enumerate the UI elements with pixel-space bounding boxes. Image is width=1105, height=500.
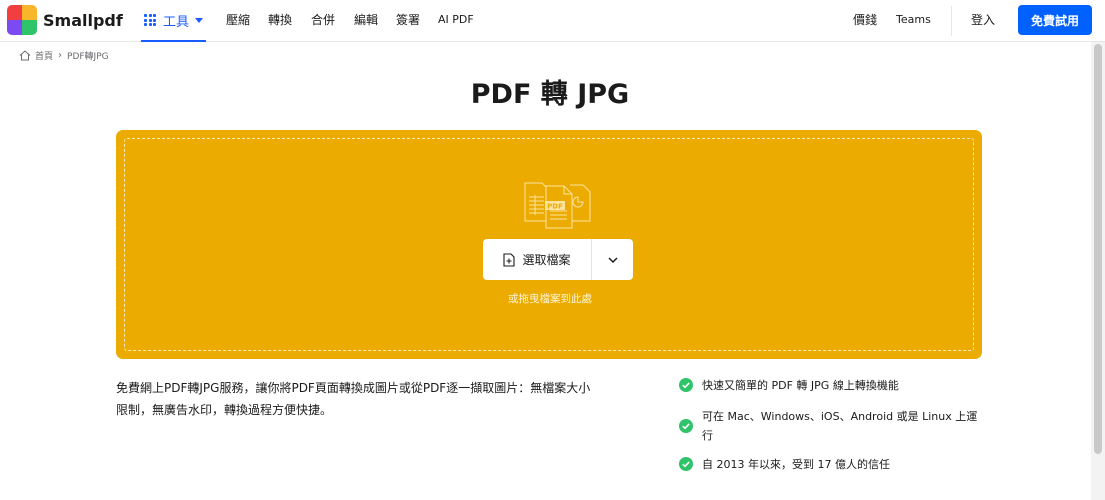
feature-item: 自 2013 年以來，受到 17 億人的信任 <box>679 455 978 474</box>
feature-text: 可在 Mac、Windows、iOS、Android 或是 Linux 上運行 <box>702 410 978 442</box>
tools-menu-tab[interactable]: 工具 <box>141 0 207 42</box>
home-icon <box>19 50 31 61</box>
brand-name: Smallpdf <box>43 10 123 30</box>
grid-icon <box>144 14 156 26</box>
top-navbar: Smallpdf 工具 壓縮 轉換 合併 編輯 簽署 AI PDF 價錢 Tea… <box>0 0 1105 42</box>
choose-file-button-group: 選取檔案 <box>483 239 633 280</box>
drop-hint-text: 或拖曳檔案到此處 <box>508 293 592 305</box>
chevron-down-icon <box>607 256 618 263</box>
tool-description: 免費網上PDF轉JPG服務，讓你將PDF頁面轉換成圖片或從PDF逐一擷取圖片：無… <box>116 381 591 417</box>
nav-link-ai-pdf[interactable]: AI PDF <box>438 12 474 28</box>
dropzone-dashed-border: PDF 選取檔案 或拖曳檔案到此處 <box>124 138 974 351</box>
login-link[interactable]: 登入 <box>971 12 995 28</box>
nav-link-edit[interactable]: 編輯 <box>354 12 378 28</box>
check-circle-icon <box>679 457 693 471</box>
files-illustration-icon: PDF <box>524 182 591 229</box>
smallpdf-logo-icon <box>7 5 37 35</box>
check-circle-icon <box>679 419 693 433</box>
breadcrumb-current: PDF轉JPG <box>67 52 109 62</box>
choose-file-button[interactable]: 選取檔案 <box>483 239 592 280</box>
feature-text: 自 2013 年以來，受到 17 億人的信任 <box>702 458 890 471</box>
nav-link-pricing[interactable]: 價錢 <box>853 12 877 28</box>
breadcrumb-separator-icon: › <box>58 50 63 61</box>
tools-menu-label: 工具 <box>163 14 190 30</box>
check-circle-icon <box>679 378 693 392</box>
nav-link-compress[interactable]: 壓縮 <box>226 12 250 28</box>
nav-link-teams[interactable]: Teams <box>896 12 931 28</box>
feature-text: 快速又簡單的 PDF 轉 JPG 線上轉換機能 <box>702 379 899 392</box>
illustration-pdf-label: PDF <box>547 203 563 211</box>
nav-link-merge[interactable]: 合併 <box>311 12 335 28</box>
choose-file-label: 選取檔案 <box>522 253 571 267</box>
file-plus-icon <box>503 252 516 267</box>
free-trial-button[interactable]: 免費試用 <box>1018 5 1092 35</box>
page-title: PDF 轉 JPG <box>470 79 630 110</box>
more-upload-options-button[interactable] <box>592 239 633 280</box>
brand-logo[interactable]: Smallpdf <box>7 5 123 35</box>
navbar-divider <box>951 6 952 36</box>
nav-link-convert[interactable]: 轉換 <box>268 12 292 28</box>
feature-item: 可在 Mac、Windows、iOS、Android 或是 Linux 上運行 <box>679 407 978 445</box>
chevron-down-icon <box>195 17 204 23</box>
breadcrumb-home-link[interactable]: 首頁 <box>35 49 53 62</box>
breadcrumb: 首頁 › PDF轉JPG <box>19 49 109 62</box>
feature-item: 快速又簡單的 PDF 轉 JPG 線上轉換機能 <box>679 376 978 395</box>
nav-link-sign[interactable]: 簽署 <box>396 12 420 28</box>
file-dropzone[interactable]: PDF 選取檔案 或拖曳檔案到此處 <box>116 130 982 359</box>
